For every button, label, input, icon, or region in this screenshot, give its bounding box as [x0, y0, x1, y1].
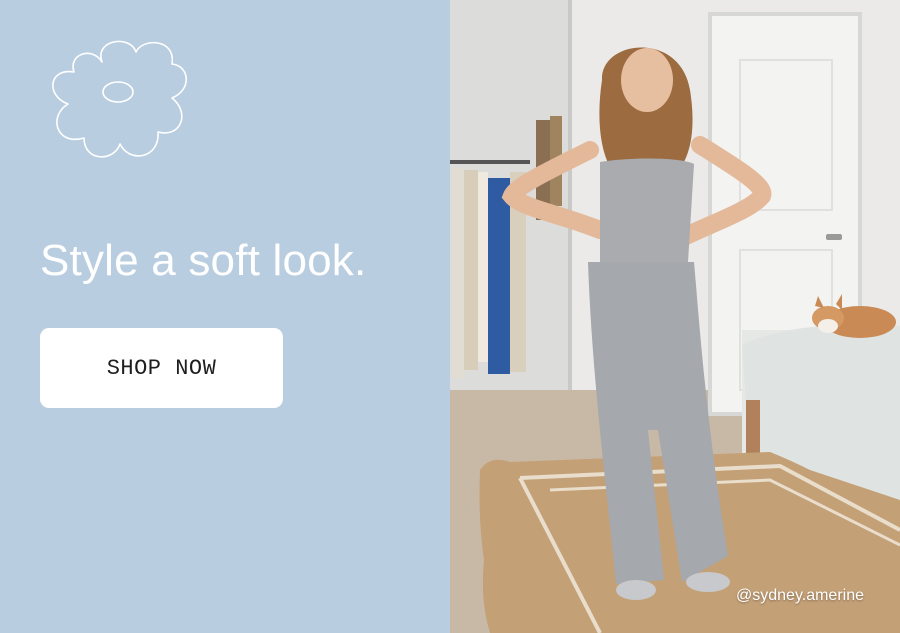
flower-outline-icon	[52, 40, 188, 158]
promo-headline: Style a soft look.	[40, 236, 367, 285]
promo-text-panel: Style a soft look. SHOP NOW	[0, 0, 450, 633]
bedroom-scene-illustration	[450, 0, 900, 633]
promo-banner: Style a soft look. SHOP NOW @sydney.amer…	[0, 0, 900, 633]
photo-credit: @sydney.amerine	[736, 587, 864, 604]
shop-now-button[interactable]: SHOP NOW	[40, 328, 283, 408]
model-photo: @sydney.amerine	[450, 0, 900, 633]
